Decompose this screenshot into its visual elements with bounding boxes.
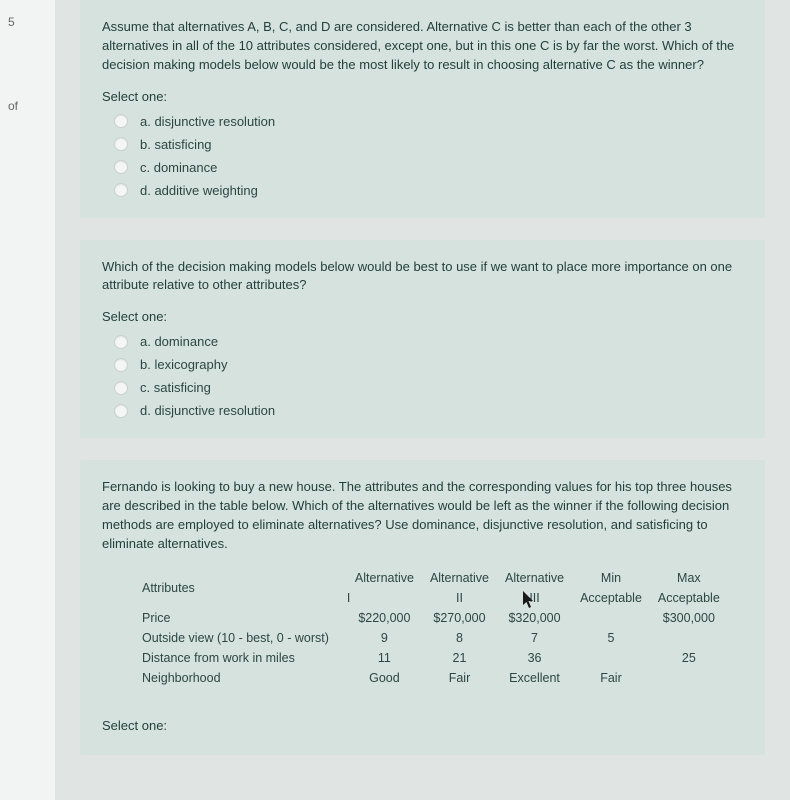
cell: 25 — [650, 648, 728, 668]
option-label: b. lexicography — [140, 357, 227, 372]
cell: Fair — [422, 668, 497, 688]
question-card: Assume that alternatives A, B, C, and D … — [80, 0, 765, 218]
option-label: d. disjunctive resolution — [140, 403, 275, 418]
cell: 8 — [422, 628, 497, 648]
cell-attr: Neighborhood — [142, 668, 347, 688]
option-label: c. dominance — [140, 160, 217, 175]
table-row: Price $220,000 $270,000 $320,000 $300,00… — [142, 608, 728, 628]
options-list: a. dominance b. lexicography c. satisfic… — [102, 330, 743, 422]
select-one-label: Select one: — [102, 718, 743, 733]
cell: $270,000 — [422, 608, 497, 628]
cell: 5 — [572, 628, 650, 648]
cell: 21 — [422, 648, 497, 668]
cell: 9 — [347, 628, 422, 648]
col-alt3: Alternative — [497, 568, 572, 588]
col-alt3-sub: III — [497, 588, 572, 608]
option-row[interactable]: d. additive weighting — [102, 179, 743, 202]
cell-attr: Price — [142, 608, 347, 628]
option-label: a. disjunctive resolution — [140, 114, 275, 129]
option-row[interactable]: c. satisficing — [102, 376, 743, 399]
cell — [650, 668, 728, 688]
table-row: Outside view (10 - best, 0 - worst) 9 8 … — [142, 628, 728, 648]
cell — [572, 648, 650, 668]
col-min-sub: Acceptable — [572, 588, 650, 608]
radio-icon[interactable] — [114, 183, 128, 197]
cell: Excellent — [497, 668, 572, 688]
options-list: a. disjunctive resolution b. satisficing… — [102, 110, 743, 202]
option-row[interactable]: a. disjunctive resolution — [102, 110, 743, 133]
option-row[interactable]: a. dominance — [102, 330, 743, 353]
col-attributes: Attributes — [142, 568, 347, 608]
option-row[interactable]: b. satisficing — [102, 133, 743, 156]
question-text: Fernando is looking to buy a new house. … — [102, 478, 743, 553]
option-label: c. satisficing — [140, 380, 211, 395]
radio-icon[interactable] — [114, 160, 128, 174]
radio-icon[interactable] — [114, 358, 128, 372]
col-alt2-sub: II — [422, 588, 497, 608]
col-alt1: Alternative — [347, 568, 422, 588]
option-label: a. dominance — [140, 334, 218, 349]
radio-icon[interactable] — [114, 137, 128, 151]
col-max: Max — [650, 568, 728, 588]
sidebar-of-label: of — [8, 99, 47, 113]
cell: 11 — [347, 648, 422, 668]
question-card: Fernando is looking to buy a new house. … — [80, 460, 765, 754]
sidebar: 5 of — [0, 0, 55, 800]
col-min: Min — [572, 568, 650, 588]
sidebar-number: 5 — [8, 15, 47, 29]
main-content: Assume that alternatives A, B, C, and D … — [55, 0, 790, 800]
cell — [572, 608, 650, 628]
cell: 36 — [497, 648, 572, 668]
cell: 7 — [497, 628, 572, 648]
option-label: d. additive weighting — [140, 183, 258, 198]
radio-icon[interactable] — [114, 404, 128, 418]
question-text: Assume that alternatives A, B, C, and D … — [102, 18, 743, 75]
select-one-label: Select one: — [102, 309, 743, 324]
cell: Good — [347, 668, 422, 688]
option-row[interactable]: b. lexicography — [102, 353, 743, 376]
table-row: Neighborhood Good Fair Excellent Fair — [142, 668, 728, 688]
radio-icon[interactable] — [114, 335, 128, 349]
table-row: Distance from work in miles 11 21 36 25 — [142, 648, 728, 668]
radio-icon[interactable] — [114, 114, 128, 128]
cell: $320,000 — [497, 608, 572, 628]
option-row[interactable]: d. disjunctive resolution — [102, 399, 743, 422]
col-max-sub: Acceptable — [650, 588, 728, 608]
select-one-label: Select one: — [102, 89, 743, 104]
question-text: Which of the decision making models belo… — [102, 258, 743, 296]
cell-attr: Distance from work in miles — [142, 648, 347, 668]
cell: Fair — [572, 668, 650, 688]
question-card: Which of the decision making models belo… — [80, 240, 765, 439]
cell: $300,000 — [650, 608, 728, 628]
cell-attr: Outside view (10 - best, 0 - worst) — [142, 628, 347, 648]
col-alt1-sub: I — [347, 588, 422, 608]
col-alt2: Alternative — [422, 568, 497, 588]
radio-icon[interactable] — [114, 381, 128, 395]
attributes-table: Attributes Alternative Alternative Alter… — [102, 568, 743, 688]
cell: $220,000 — [347, 608, 422, 628]
option-label: b. satisficing — [140, 137, 212, 152]
cell — [650, 628, 728, 648]
table-header-row: Attributes Alternative Alternative Alter… — [142, 568, 728, 588]
option-row[interactable]: c. dominance — [102, 156, 743, 179]
